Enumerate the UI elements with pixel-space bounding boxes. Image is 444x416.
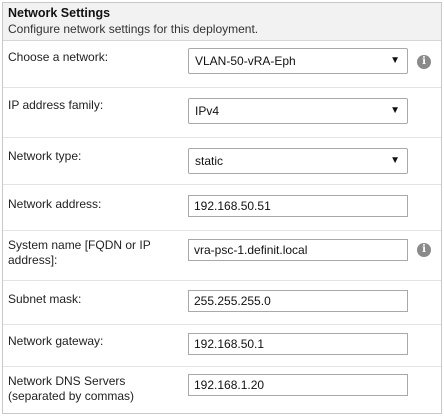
system-name-input[interactable]: vra-psc-1.definit.local xyxy=(188,239,408,261)
network-address-input[interactable]: 192.168.50.51 xyxy=(188,195,408,217)
chevron-down-icon: ▼ xyxy=(390,55,400,66)
row-divider xyxy=(3,184,441,185)
subnet-mask-label: Subnet mask: xyxy=(8,292,82,306)
info-icon[interactable]: i xyxy=(417,55,431,69)
row-divider xyxy=(3,137,441,138)
info-icon[interactable]: i xyxy=(417,243,431,257)
section-header: Network Settings Configure network setti… xyxy=(3,3,441,41)
network-select-value: VLAN-50-vRA-Eph xyxy=(195,54,296,68)
network-type-select[interactable]: static ▼ xyxy=(188,148,408,174)
section-title: Network Settings xyxy=(8,6,111,20)
network-type-select-value: static xyxy=(195,154,224,168)
chevron-down-icon: ▼ xyxy=(390,105,400,116)
dns-servers-label: Network DNS Servers (separated by commas… xyxy=(8,374,135,403)
section-subtitle: Configure network settings for this depl… xyxy=(8,22,259,36)
ip-family-select[interactable]: IPv4 ▼ xyxy=(188,98,408,124)
row-divider xyxy=(3,366,441,367)
system-name-label: System name [FQDN or IP address]: xyxy=(8,238,151,267)
network-gateway-input[interactable]: 192.168.50.1 xyxy=(188,333,408,355)
choose-network-label: Choose a network: xyxy=(8,50,109,64)
dns-servers-input[interactable]: 192.168.1.20 xyxy=(188,374,408,396)
network-gateway-label: Network gateway: xyxy=(8,334,104,348)
network-settings-panel: Network Settings Configure network setti… xyxy=(2,2,442,414)
network-select[interactable]: VLAN-50-vRA-Eph ▼ xyxy=(188,48,408,74)
subnet-mask-input[interactable]: 255.255.255.0 xyxy=(188,290,408,312)
ip-family-label: IP address family: xyxy=(8,98,104,112)
row-divider xyxy=(3,230,441,231)
row-divider xyxy=(3,324,441,325)
ip-family-select-value: IPv4 xyxy=(195,104,220,118)
row-divider xyxy=(3,87,441,88)
row-divider xyxy=(3,280,441,281)
chevron-down-icon: ▼ xyxy=(390,155,400,166)
network-type-label: Network type: xyxy=(8,149,82,163)
network-address-label: Network address: xyxy=(8,197,102,211)
